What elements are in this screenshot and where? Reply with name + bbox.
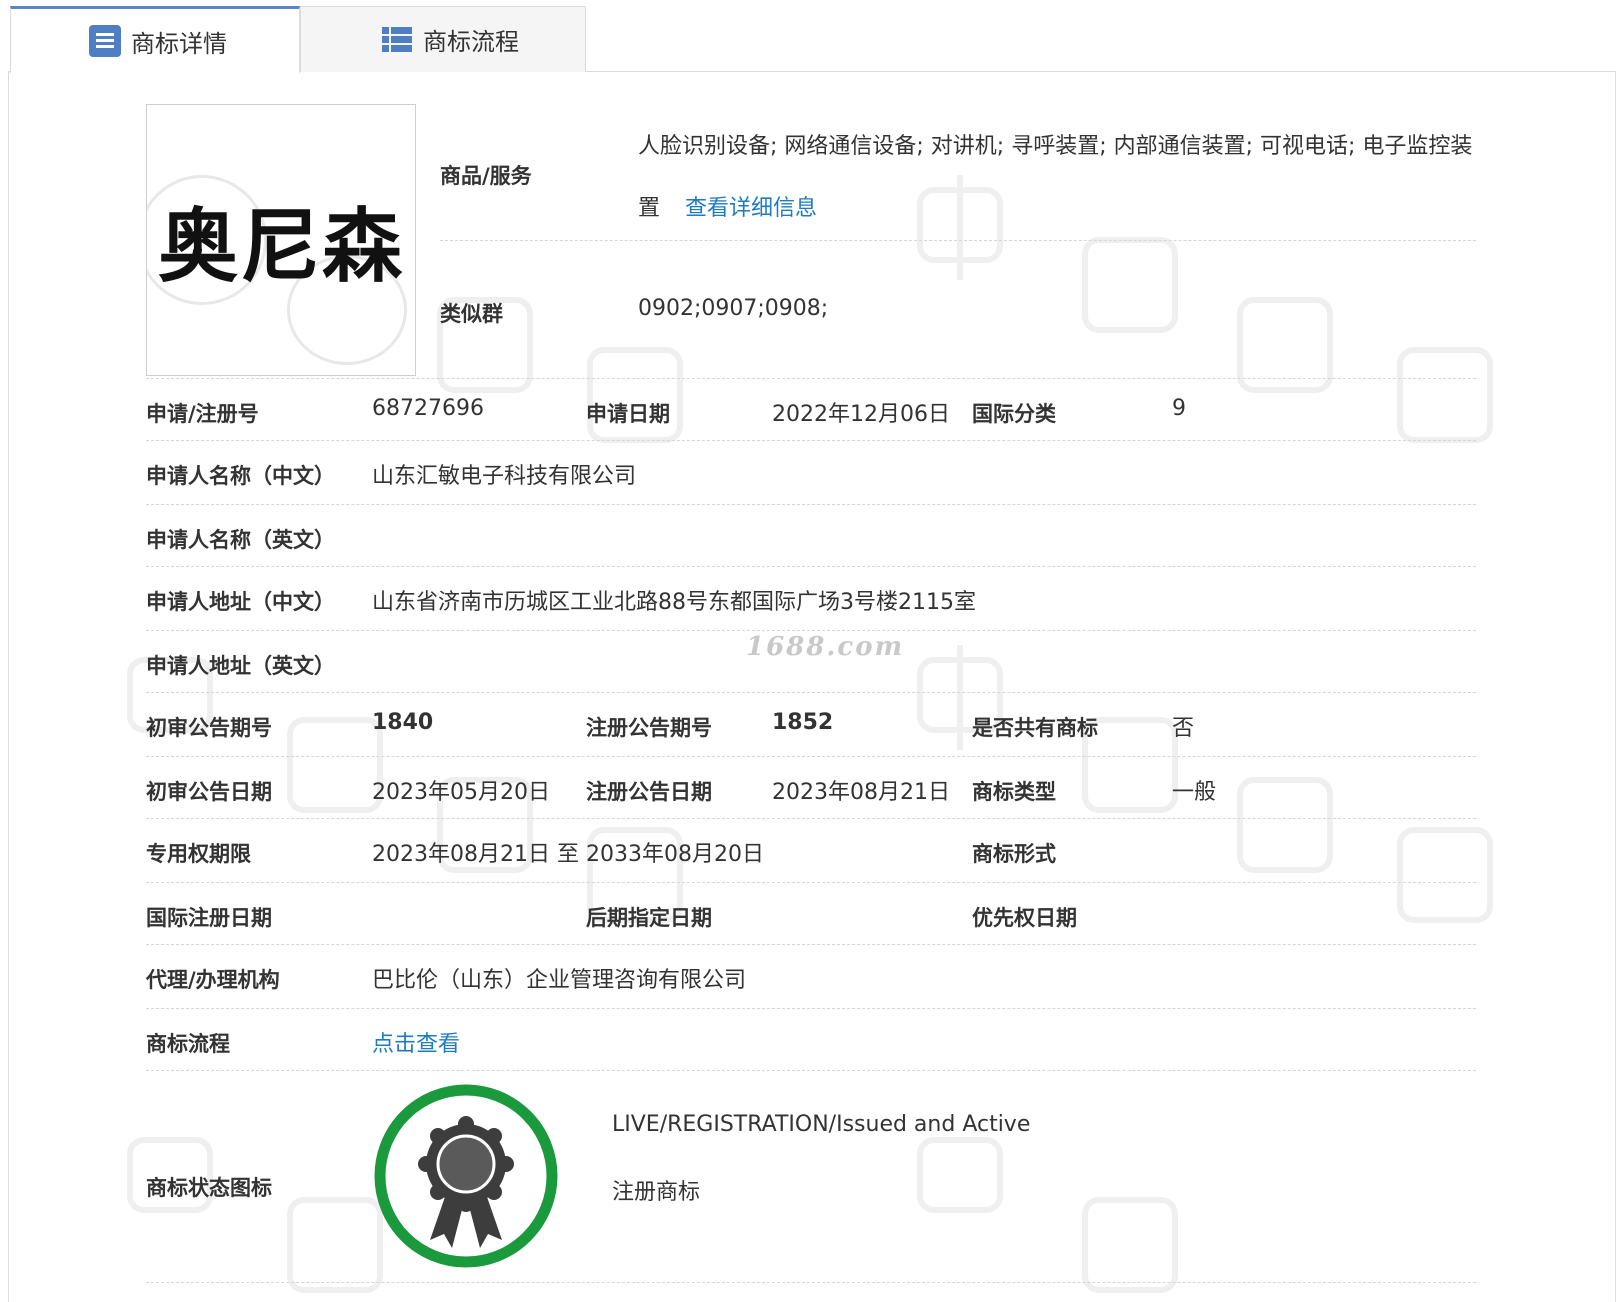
similar-group-label: 类似群 [440, 302, 503, 326]
similar-group-value: 0902;0907;0908; [638, 296, 829, 321]
priority-date-label: 优先权日期 [972, 906, 1077, 930]
prelim-no-label: 初审公告期号 [146, 716, 272, 740]
apply-date-value: 2022年12月06日 [772, 402, 950, 427]
goods-value-line1: 人脸识别设备; 网络通信设备; 对讲机; 寻呼装置; 内部通信装置; 可视电话;… [638, 134, 1473, 159]
divider [146, 882, 1476, 883]
tab-trademark-details[interactable]: 商标详情 [10, 6, 300, 73]
shared-label: 是否共有商标 [972, 716, 1098, 740]
intl-class-label: 国际分类 [972, 402, 1056, 426]
divider [146, 692, 1476, 693]
trademark-image: 奥尼森 [146, 104, 416, 376]
intl-class-value: 9 [1172, 396, 1186, 421]
exclusive-period-label: 专用权期限 [146, 842, 251, 866]
address-cn-label: 申请人地址（中文） [146, 590, 335, 614]
reg-no-value: 68727696 [372, 396, 484, 421]
divider [146, 378, 1476, 379]
divider [146, 944, 1476, 945]
address-cn-value: 山东省济南市历城区工业北路88号东都国际广场3号楼2115室 [372, 590, 976, 615]
agent-label: 代理/办理机构 [146, 968, 280, 992]
apply-date-label: 申请日期 [586, 402, 670, 426]
view-details-link[interactable]: 查看详细信息 [685, 196, 817, 221]
divider [146, 1282, 1476, 1283]
tab-label: 商标详情 [131, 29, 227, 58]
applicant-en-label: 申请人名称（英文） [146, 528, 335, 552]
tm-type-value: 一般 [1172, 780, 1217, 805]
divider [146, 1070, 1476, 1071]
list-grid-icon [381, 24, 413, 56]
goods-value-line2: 置 查看详细信息 [638, 190, 817, 222]
process-view-link[interactable]: 点击查看 [372, 1026, 460, 1058]
intl-reg-date-label: 国际注册日期 [146, 906, 272, 930]
status-cn-value: 注册商标 [612, 1180, 701, 1205]
tab-label: 商标流程 [423, 28, 519, 56]
tm-form-label: 商标形式 [972, 842, 1056, 866]
site-watermark: 1688.com [746, 632, 905, 662]
process-label: 商标流程 [146, 1032, 230, 1056]
tab-bar: 商标详情 商标流程 [8, 6, 1616, 73]
applicant-cn-value: 山东汇敏电子科技有限公司 [372, 464, 637, 489]
divider [146, 1008, 1476, 1009]
prelim-date-value: 2023年05月20日 [372, 780, 550, 805]
address-en-label: 申请人地址（英文） [146, 654, 335, 678]
award-ribbon-icon [372, 1082, 560, 1270]
exclusive-period-value: 2023年08月21日 至 2033年08月20日 [372, 842, 764, 867]
later-designation-label: 后期指定日期 [586, 906, 712, 930]
prelim-no-value: 1840 [372, 710, 434, 735]
reg-notice-no-label: 注册公告期号 [586, 716, 712, 740]
prelim-date-label: 初审公告日期 [146, 780, 272, 804]
goods-value-tail: 置 [638, 196, 661, 221]
goods-label: 商品/服务 [440, 164, 532, 188]
reg-notice-no-value: 1852 [772, 710, 834, 735]
reg-notice-date-value: 2023年08月21日 [772, 780, 950, 805]
status-icon-label: 商标状态图标 [146, 1176, 272, 1200]
tab-trademark-process[interactable]: 商标流程 [300, 6, 586, 72]
reg-notice-date-label: 注册公告日期 [586, 780, 712, 804]
divider [146, 818, 1476, 819]
divider [146, 504, 1476, 505]
reg-no-label: 申请/注册号 [146, 402, 259, 426]
shared-value: 否 [1172, 716, 1195, 741]
agent-value: 巴比伦（山东）企业管理咨询有限公司 [372, 968, 747, 993]
divider [146, 566, 1476, 567]
divider [146, 756, 1476, 757]
tm-type-label: 商标类型 [972, 780, 1056, 804]
list-doc-icon [89, 25, 121, 57]
applicant-cn-label: 申请人名称（中文） [146, 464, 335, 488]
trademark-name: 奥尼森 [158, 199, 404, 293]
divider [440, 240, 1476, 241]
divider [146, 630, 1476, 631]
divider [146, 440, 1476, 441]
status-en-value: LIVE/REGISTRATION/Issued and Active [612, 1112, 1031, 1137]
